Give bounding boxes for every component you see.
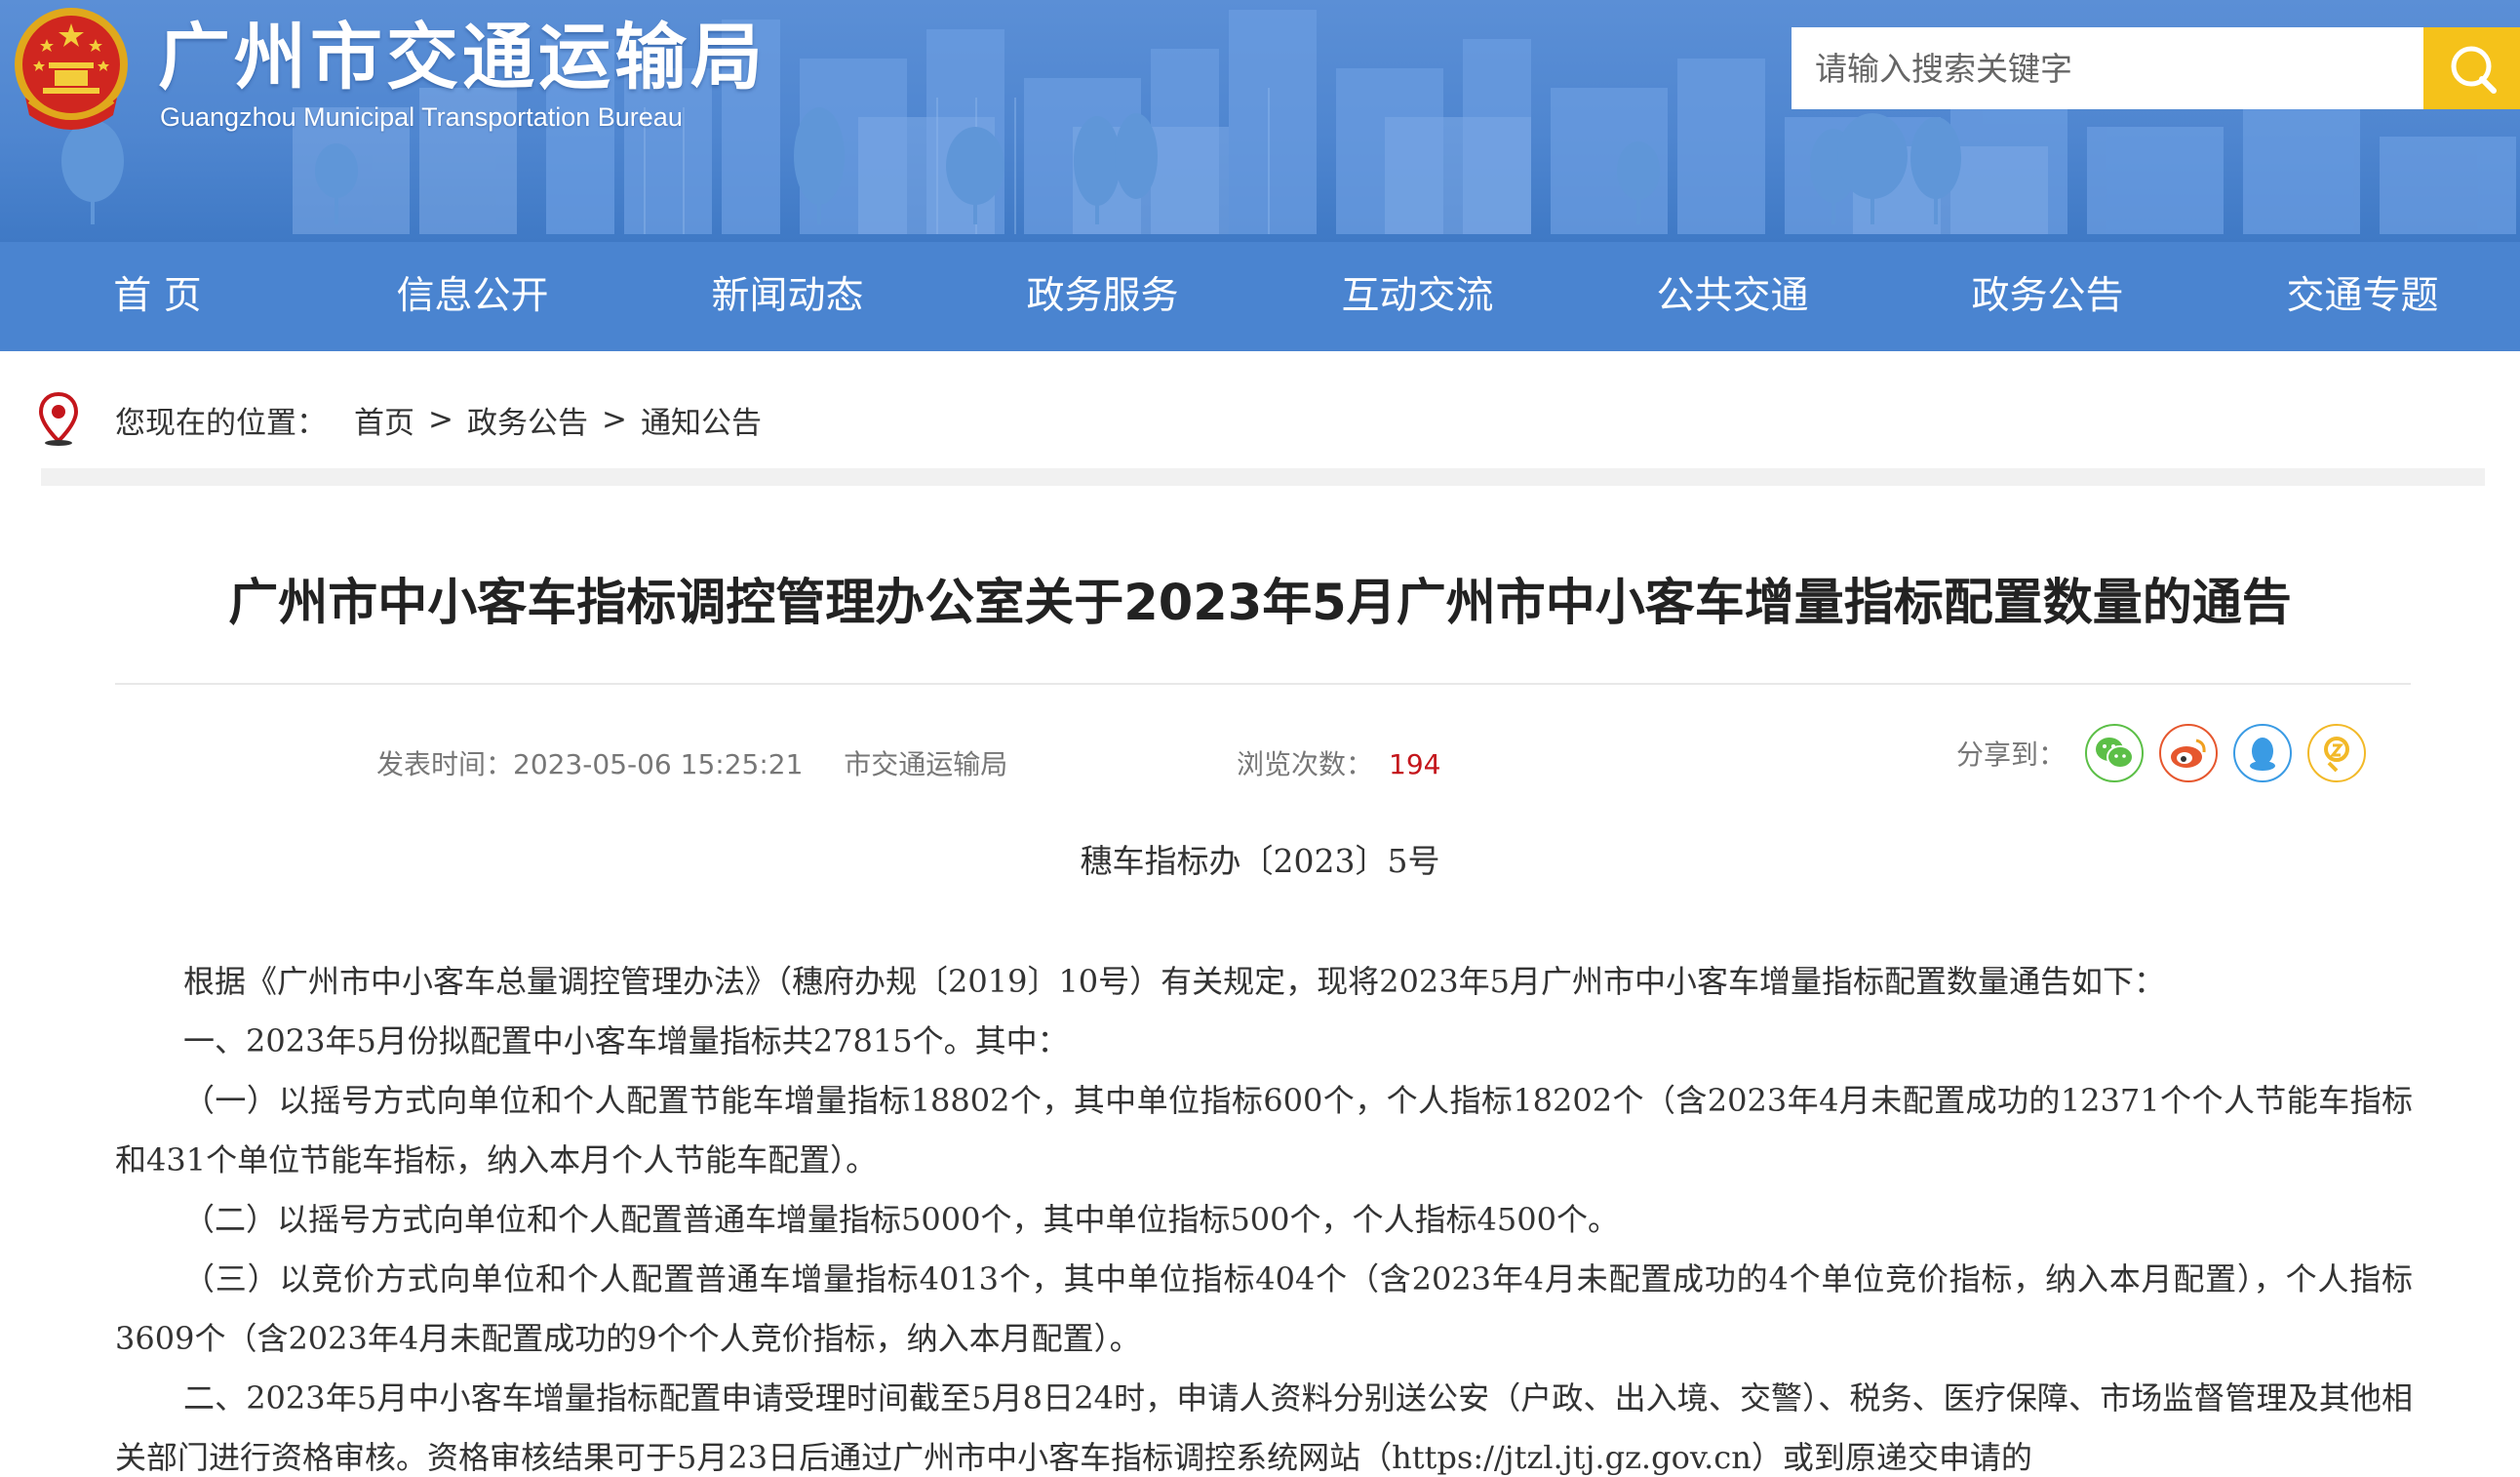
document-number: 穗车指标办〔2023〕5号 xyxy=(1080,842,1440,880)
share-qq-button[interactable] xyxy=(2233,724,2292,782)
qq-icon xyxy=(2250,738,2275,771)
nav-item-interaction[interactable]: 互动交流 xyxy=(1260,242,1575,351)
breadcrumb-item-home[interactable]: 首页 xyxy=(354,398,414,442)
national-emblem-logo xyxy=(15,8,128,130)
breadcrumb-separator: > xyxy=(428,402,453,437)
article-paragraph: 一、2023年5月份拟配置中小客车增量指标共27815个。其中： xyxy=(183,1022,1069,1059)
breadcrumb-item-announcements[interactable]: 政务公告 xyxy=(467,398,588,442)
share-wechat-button[interactable] xyxy=(2085,724,2144,782)
breadcrumb: 您现在的位置： 首页 > 政务公告 > 通知公告 xyxy=(37,384,762,455)
publisher: 市交通运输局 xyxy=(844,748,1008,780)
wechat-icon xyxy=(2096,738,2134,769)
nav-item-public-transport[interactable]: 公共交通 xyxy=(1575,242,1890,351)
qzone-icon xyxy=(2324,737,2349,773)
title-divider xyxy=(115,683,2411,685)
article-paragraph: 根据《广州市中小客车总量调控管理办法》（穗府办规〔2019〕10号）有关规定，现… xyxy=(183,963,2165,1000)
publish-time-label: 发表时间： xyxy=(376,748,514,780)
nav-item-info-disclosure[interactable]: 信息公开 xyxy=(315,242,630,351)
publish-info: 发表时间：2023-05-06 15:25:21 市交通运输局 xyxy=(376,743,1007,786)
search-button[interactable] xyxy=(2423,27,2520,109)
article-paragraph: （三）以竞价方式向单位和个人配置普通车增量指标4013个，其中单位指标404个（… xyxy=(115,1260,2413,1357)
view-count-label: 浏览次数： xyxy=(1237,748,1374,780)
article-paragraph: （一）以摇号方式向单位和个人配置节能车增量指标18802个，其中单位指标600个… xyxy=(115,1082,2413,1178)
breadcrumb-label: 您现在的位置： xyxy=(115,405,327,441)
share-weibo-button[interactable] xyxy=(2159,724,2218,782)
article-paragraph: （二）以摇号方式向单位和个人配置普通车增量指标5000个，其中单位指标500个，… xyxy=(183,1201,1619,1238)
nav-item-services[interactable]: 政务服务 xyxy=(945,242,1260,351)
nav-item-news[interactable]: 新闻动态 xyxy=(630,242,945,351)
view-count: 浏览次数： 194 xyxy=(1237,743,1440,786)
nav-item-announcements[interactable]: 政务公告 xyxy=(1890,242,2205,351)
site-subtitle: Guangzhou Municipal Transportation Burea… xyxy=(160,102,683,132)
breadcrumb-divider xyxy=(41,468,2485,486)
nav-item-home[interactable]: 首 页 xyxy=(0,242,315,351)
share-label: 分享到： xyxy=(1956,738,2067,771)
nav-item-special-topics[interactable]: 交通专题 xyxy=(2205,242,2520,351)
share-qzone-button[interactable] xyxy=(2307,724,2366,782)
article-paragraph: 二、2023年5月中小客车增量指标配置申请受理时间截至5月8日24时，申请人资料… xyxy=(115,1379,2413,1476)
breadcrumb-separator: > xyxy=(601,402,627,437)
article-title: 广州市中小客车指标调控管理办公室关于2023年5月广州市中小客车增量指标配置数量… xyxy=(228,575,2292,632)
view-count-value: 194 xyxy=(1389,748,1441,780)
breadcrumb-item-notices[interactable]: 通知公告 xyxy=(641,398,762,442)
search-input[interactable] xyxy=(1792,27,2423,109)
article-body: 根据《广州市中小客车总量调控管理办法》（穗府办规〔2019〕10号）有关规定，现… xyxy=(115,952,2413,1477)
location-pin-icon xyxy=(38,392,79,446)
publish-time: 2023-05-06 15:25:21 xyxy=(513,748,804,780)
search-icon xyxy=(2451,46,2497,94)
site-title: 广州市交通运输局 xyxy=(158,16,767,100)
weibo-icon xyxy=(2171,738,2206,768)
main-nav: 首 页 信息公开 新闻动态 政务服务 互动交流 公共交通 政务公告 交通专题 xyxy=(0,242,2520,351)
site-banner: 广州市交通运输局 Guangzhou Municipal Transportat… xyxy=(0,0,2520,242)
